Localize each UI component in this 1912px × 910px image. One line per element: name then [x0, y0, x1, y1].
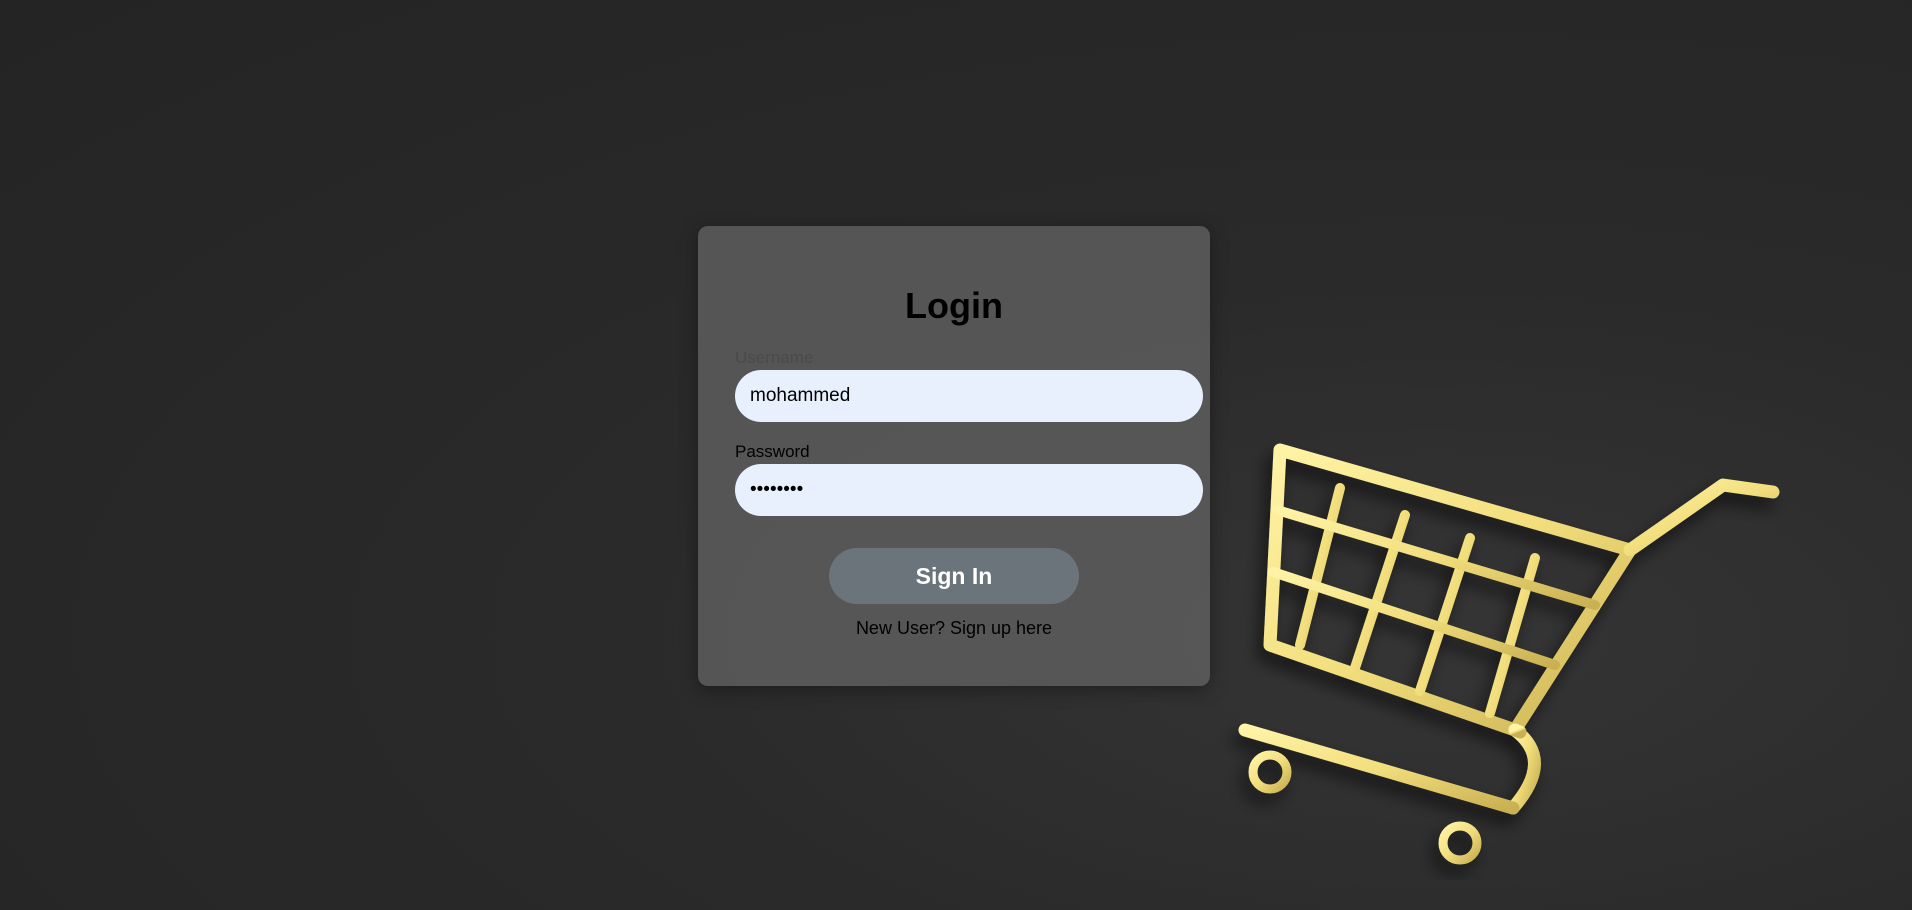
username-label: Username — [735, 348, 814, 367]
login-card: Login Username Password Sign In New User… — [698, 226, 1210, 686]
username-input[interactable] — [735, 370, 1203, 422]
signin-wrap: Sign In — [735, 548, 1203, 604]
password-label: Password — [735, 442, 810, 461]
shopping-cart-icon — [1238, 443, 1780, 865]
sign-up-link[interactable]: New User? Sign up here — [735, 618, 1203, 639]
sign-in-button[interactable]: Sign In — [829, 548, 1079, 604]
login-title: Login — [905, 285, 1003, 326]
password-input[interactable] — [735, 464, 1203, 516]
